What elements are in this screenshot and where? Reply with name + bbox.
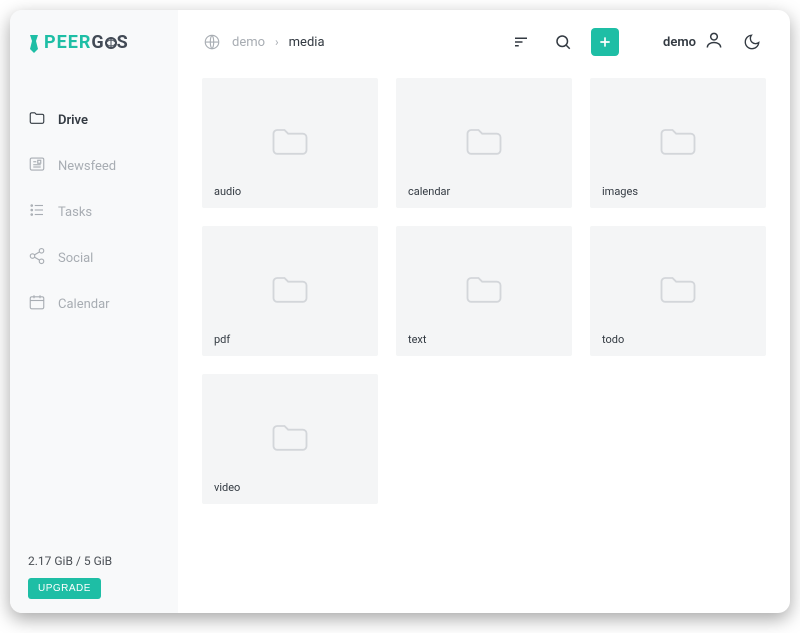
breadcrumb: demo › media [202,32,495,52]
folder-label: audio [214,185,241,198]
sort-icon[interactable] [507,28,535,56]
folder-card[interactable]: todo [590,226,766,356]
folder-label: calendar [408,185,450,198]
newsfeed-icon [28,155,46,177]
sidebar-item-drive[interactable]: Drive [10,97,178,143]
folder-grid: audio calendar images pdf text todo video [178,68,790,528]
folder-icon [268,119,312,167]
sidebar-item-newsfeed[interactable]: Newsfeed [10,143,178,189]
folder-label: pdf [214,333,230,346]
nav-label: Newsfeed [58,159,116,174]
folder-icon [268,267,312,315]
topbar-actions: demo [507,28,766,56]
sidebar-footer: 2.17 GiB / 5 GiB UPGRADE [28,554,160,599]
nav-label: Drive [58,113,88,128]
folder-icon [656,267,700,315]
folder-icon [462,267,506,315]
calendar-icon [28,293,46,315]
folder-card[interactable]: images [590,78,766,208]
sidebar: PEERGS Drive Newsfeed Tasks [10,10,178,613]
chevron-right-icon: › [275,35,279,49]
main-panel: demo › media demo [178,10,790,613]
folder-card[interactable]: video [202,374,378,504]
tasks-icon [28,201,46,223]
user-icon [704,30,724,54]
folder-card[interactable]: text [396,226,572,356]
search-icon[interactable] [549,28,577,56]
sidebar-nav: Drive Newsfeed Tasks Social [10,97,178,327]
folder-icon [268,415,312,463]
nav-label: Tasks [58,205,92,220]
social-icon [28,247,46,269]
folder-card[interactable]: pdf [202,226,378,356]
sidebar-item-social[interactable]: Social [10,235,178,281]
user-menu[interactable]: demo [663,30,724,54]
folder-card[interactable]: audio [202,78,378,208]
folder-label: todo [602,333,624,346]
folder-label: images [602,185,638,198]
storage-usage: 2.17 GiB / 5 GiB [28,554,160,568]
folder-icon [462,119,506,167]
logo-mark-icon [28,33,40,53]
upgrade-button[interactable]: UPGRADE [28,578,101,599]
globe-icon[interactable] [202,32,222,52]
user-name: demo [663,35,696,50]
app-name: PEERGS [44,32,129,53]
app-logo[interactable]: PEERGS [10,32,178,77]
topbar: demo › media demo [178,10,790,68]
folder-icon [656,119,700,167]
folder-label: text [408,333,427,346]
theme-toggle-icon[interactable] [738,28,766,56]
sidebar-item-calendar[interactable]: Calendar [10,281,178,327]
folder-label: video [214,481,240,494]
breadcrumb-root[interactable]: demo [232,35,265,50]
nav-label: Calendar [58,297,110,312]
sidebar-item-tasks[interactable]: Tasks [10,189,178,235]
add-button[interactable] [591,28,619,56]
breadcrumb-current[interactable]: media [289,35,325,50]
nav-label: Social [58,251,93,266]
folder-icon [28,109,46,131]
folder-card[interactable]: calendar [396,78,572,208]
